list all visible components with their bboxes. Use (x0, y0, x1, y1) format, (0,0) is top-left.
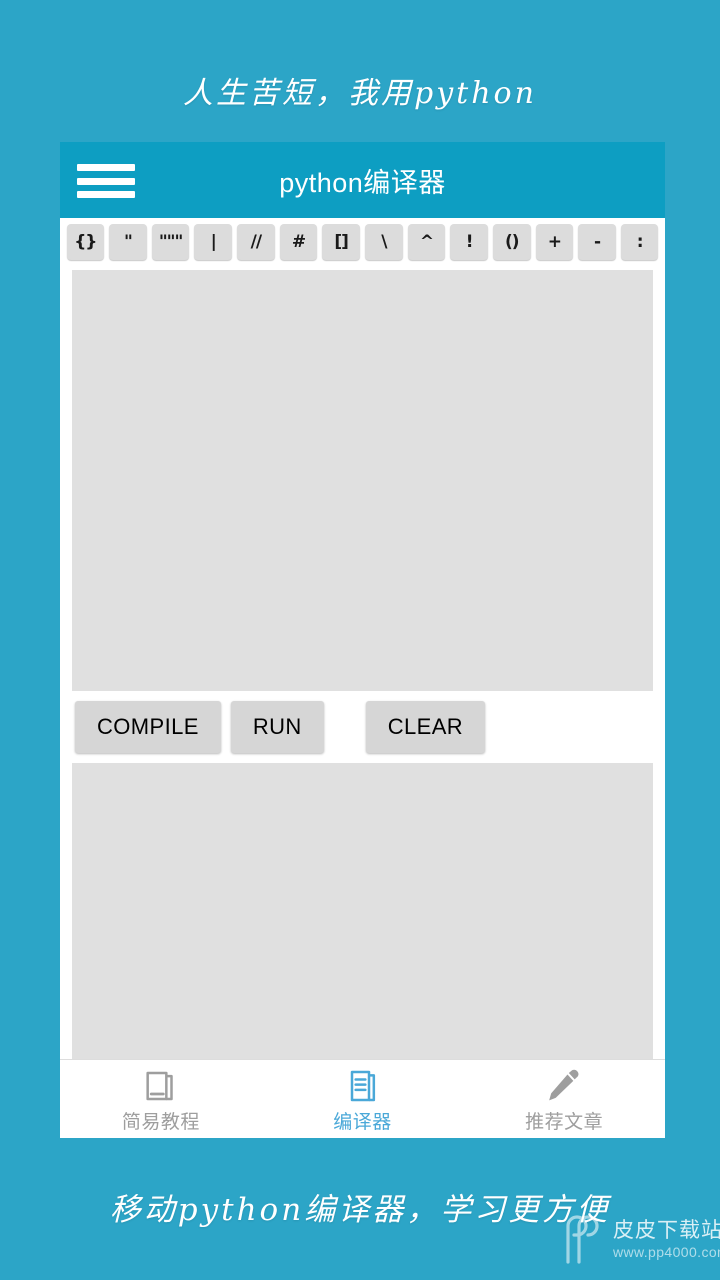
bottom-navigation: 简易教程 编译器 推荐文章 (60, 1059, 665, 1138)
hamburger-bar-1 (77, 164, 135, 171)
watermark-site-name: 皮皮下载站 (613, 1219, 720, 1243)
book-icon (146, 1071, 173, 1101)
symbol-button-double-slash[interactable]: // (237, 224, 275, 260)
symbol-toolbar: {} " """ |//#[] \ ^!() + -: (60, 218, 665, 266)
symbol-button-colon[interactable]: : (620, 224, 659, 260)
run-button[interactable]: RUN (230, 701, 324, 753)
symbol-button-double-quote[interactable]: " (109, 224, 147, 260)
compile-button[interactable]: COMPILE (75, 701, 221, 753)
top-promo-caption: 人生苦短，我用python (183, 76, 537, 111)
watermark-url: www.pp4000.com (613, 1244, 720, 1261)
symbol-button-plus[interactable]: + (535, 224, 574, 260)
document-icon (350, 1070, 375, 1102)
app-bar-title: python编译器 (279, 167, 446, 198)
symbol-button-pipe[interactable]: | (194, 224, 233, 260)
nav-label-compiler: 编译器 (333, 1112, 392, 1133)
hamburger-bar-3 (77, 191, 135, 198)
symbol-button-parentheses[interactable]: () (492, 224, 531, 260)
site-watermark: 皮皮下载站 www.pp4000.com (562, 1206, 720, 1274)
pp-logo-icon (566, 1215, 599, 1264)
symbol-button-square-brackets[interactable]: [] (322, 224, 360, 260)
symbol-button-caret[interactable]: ^ (407, 224, 446, 260)
nav-item-compiler[interactable]: 编译器 (262, 1060, 464, 1138)
pencil-icon (549, 1069, 579, 1101)
symbol-button-triple-quote[interactable]: """ (151, 224, 190, 260)
watermark-text-block: 皮皮下载站 www.pp4000.com (613, 1220, 720, 1260)
action-button-row: COMPILE RUN CLEAR (60, 691, 665, 763)
hamburger-menu-icon[interactable] (77, 162, 135, 200)
nav-item-articles[interactable]: 推荐文章 (463, 1060, 665, 1138)
symbol-button-minus[interactable]: - (578, 224, 616, 260)
app-window: python编译器 {} " """ |//#[] \ ^!() + -: COMPILE R… (60, 142, 665, 1138)
nav-item-tutorial[interactable]: 简易教程 (60, 1060, 262, 1138)
symbol-button-exclamation[interactable]: ! (450, 224, 488, 260)
hamburger-bar-2 (77, 177, 135, 185)
app-bar: python编译器 (60, 142, 665, 218)
nav-label-tutorial: 简易教程 (121, 1112, 200, 1133)
nav-label-articles: 推荐文章 (525, 1112, 604, 1133)
symbol-button-curly-braces[interactable]: {} (66, 224, 105, 260)
clear-button[interactable]: CLEAR (365, 701, 486, 753)
code-editor-input[interactable] (72, 270, 653, 691)
symbol-button-hash[interactable]: # (279, 224, 318, 260)
output-console (72, 763, 653, 1073)
symbol-button-backslash[interactable]: \ (364, 224, 403, 260)
